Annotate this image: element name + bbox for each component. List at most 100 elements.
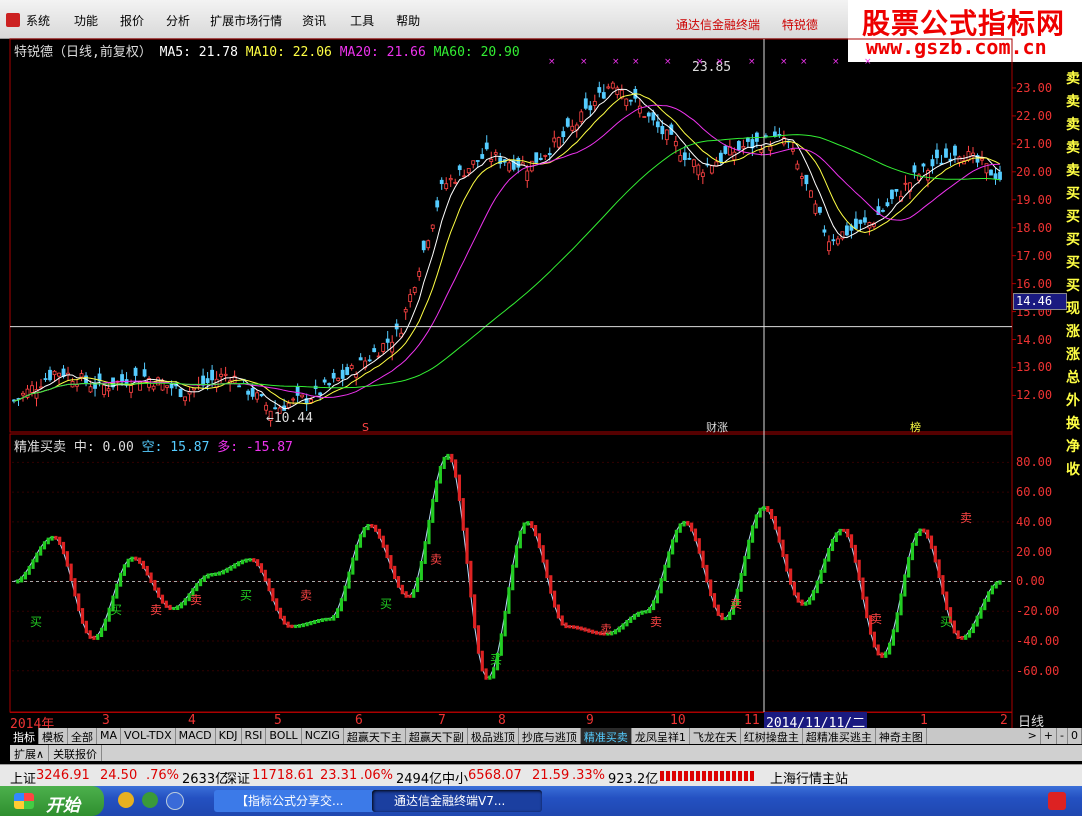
- indicator-up-bar: [183, 598, 187, 606]
- indicator-tick: 0.00: [1016, 574, 1045, 589]
- tab-item[interactable]: RSI: [242, 728, 267, 744]
- indicator-down-bar: [876, 644, 880, 656]
- indicator-down-bar: [377, 528, 382, 539]
- indicator-down-bar: [450, 453, 454, 463]
- tab-item[interactable]: 抄底与逃顶: [519, 728, 581, 744]
- tab-item[interactable]: 指标: [10, 728, 39, 744]
- ma20-line: [13, 104, 1001, 402]
- indicator-down-bar: [145, 565, 149, 576]
- candle-body: [210, 369, 215, 381]
- indicator-line: [13, 454, 1001, 679]
- indicator-tabbar: 指标 模板 全部 MA VOL-TDX MACD KDJ RSI BOLL NCZIG 超赢天下主超…: [10, 728, 1082, 744]
- indicator-up-bar: [750, 525, 755, 543]
- tray-app-icon[interactable]: [1048, 792, 1066, 810]
- candle-body: [601, 92, 606, 99]
- candle-body: [646, 112, 651, 117]
- indicator-up-bar: [115, 583, 119, 599]
- indicator-down-bar: [484, 668, 488, 680]
- tab-item[interactable]: 神奇主图: [876, 728, 927, 744]
- indicator-down-bar: [454, 459, 458, 478]
- task-browser[interactable]: 【指标公式分享交...: [214, 790, 384, 812]
- tab-item[interactable]: 超赢天下副: [406, 728, 468, 744]
- indicator-down-bar: [541, 545, 545, 563]
- indicator-up-bar: [126, 558, 130, 568]
- date-label: 11: [744, 713, 760, 728]
- candle-body: [507, 162, 512, 172]
- indicator-down-bar: [396, 576, 401, 588]
- tab-item[interactable]: 超赢天下主: [344, 728, 406, 744]
- tab-item[interactable]: >: [1025, 728, 1041, 744]
- indicator-up-bar: [210, 572, 214, 577]
- indicator-duo: 多: -15.87: [217, 440, 293, 455]
- tab-item[interactable]: -: [1057, 728, 1068, 744]
- task-tdx[interactable]: 通达信金融终端V7...: [372, 790, 542, 812]
- indicator-up-bar: [294, 624, 298, 629]
- candle-body: [349, 365, 354, 369]
- start-button[interactable]: 开始: [0, 786, 104, 816]
- indicator-up-bar: [297, 624, 302, 628]
- signal-mark: ×: [612, 57, 620, 67]
- server-station: 上海行情主站: [770, 772, 849, 787]
- candle-body: [696, 164, 701, 176]
- candle-body: [723, 145, 728, 154]
- tab-item[interactable]: BOLL: [266, 728, 302, 744]
- candle-body: [79, 373, 84, 378]
- indicator-down-bar: [54, 535, 58, 540]
- side-char: 总: [1066, 370, 1080, 386]
- tab-item[interactable]: 红树操盘主: [741, 728, 803, 744]
- tab-item[interactable]: KDJ: [216, 728, 242, 744]
- tab-item[interactable]: 龙凤呈祥1: [632, 728, 690, 744]
- indicator-up-bar: [629, 616, 633, 623]
- candle-body: [201, 375, 205, 386]
- indicator-up-bar: [96, 634, 100, 640]
- price-tick: 23.00: [1016, 80, 1053, 95]
- indicator-up-bar: [225, 567, 229, 573]
- candle-body: [430, 224, 435, 229]
- price-tick: 18.00: [1016, 220, 1053, 235]
- indicator-up-bar: [907, 557, 911, 578]
- candle-body: [944, 148, 948, 158]
- tab-item[interactable]: 模板: [39, 728, 68, 744]
- tab-item[interactable]: 0: [1068, 728, 1082, 744]
- tab-item[interactable]: 精准买卖: [580, 728, 632, 744]
- ie-icon[interactable]: [142, 792, 158, 808]
- zx-label: 中小: [442, 772, 469, 787]
- tab-item[interactable]: 全部: [68, 728, 97, 744]
- indicator-up-bar: [887, 642, 892, 655]
- indicator-down-bar: [545, 559, 549, 579]
- indicator-up-bar: [31, 559, 35, 569]
- tab-expand[interactable]: 扩展∧: [10, 745, 50, 761]
- indicator-up-bar: [46, 537, 50, 545]
- desktop-icon[interactable]: [166, 792, 184, 810]
- indicator-up-bar: [415, 577, 420, 593]
- quicklaunch-icon[interactable]: [118, 792, 134, 808]
- indicator-up-bar: [728, 611, 732, 620]
- tab-item[interactable]: 飞龙在天: [690, 728, 741, 744]
- tab-item[interactable]: VOL-TDX: [121, 728, 176, 744]
- candle-body: [358, 357, 363, 361]
- indicator-up-bar: [910, 542, 915, 561]
- date-label: 7: [438, 713, 446, 728]
- candle-body: [57, 372, 61, 377]
- tab-item[interactable]: MA: [97, 728, 122, 744]
- side-char: 换: [1066, 416, 1080, 432]
- tab-item[interactable]: +: [1041, 728, 1058, 744]
- candle-body: [489, 158, 494, 162]
- tab-related-quote[interactable]: 关联报价: [49, 745, 103, 761]
- tab-item[interactable]: NCZIG: [302, 728, 344, 744]
- candle-body: [178, 388, 183, 398]
- indicator-up-bar: [967, 630, 972, 638]
- indicator-up-bar: [895, 612, 899, 633]
- ma5-line: [13, 88, 1001, 410]
- indicator-up-bar: [998, 580, 1002, 585]
- indicator-up-bar: [118, 572, 123, 587]
- indicator-up-bar: [419, 560, 423, 581]
- candle-body: [606, 86, 611, 89]
- chart-canvas[interactable]: 23.85←10.44S 财涨 榜× × × × × × × × × × × ×买买买买买卖 卖卖卖 卖卖卖卖…: [0, 0, 1082, 816]
- indicator-up-bar: [431, 499, 435, 523]
- tab-item[interactable]: MACD: [176, 728, 216, 744]
- tab-item[interactable]: 极品逃顶: [468, 728, 519, 744]
- sh-label: 上证: [10, 772, 37, 787]
- candle-body: [588, 105, 593, 111]
- tab-item[interactable]: 超精准买逃主: [803, 728, 876, 744]
